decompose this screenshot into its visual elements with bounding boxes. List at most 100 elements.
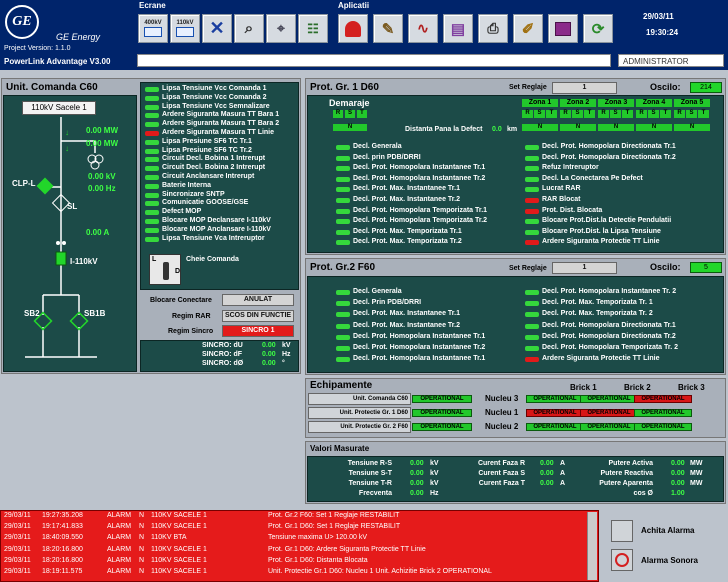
status-led	[336, 301, 350, 307]
events-app-button[interactable]: ✎	[373, 14, 403, 43]
d60-oscilo-value: 214	[690, 82, 722, 93]
ack-alarm-button[interactable]	[611, 520, 633, 542]
valori-title: Valori Masurate	[310, 444, 370, 453]
status-led	[145, 210, 159, 216]
nucleu-label: Nucleu 3	[485, 394, 519, 403]
topology-button[interactable]: ☷	[298, 14, 328, 43]
demaraje-r: R	[333, 110, 343, 118]
measure-label: Frecventa	[358, 490, 392, 497]
clipboard-icon: ▤	[450, 20, 466, 38]
log-date: 29/03/11	[4, 534, 31, 542]
measure-value: 0.00	[410, 460, 424, 467]
measure-value: 0.00	[540, 460, 554, 467]
measure-value: 1.00	[671, 490, 685, 497]
signal-label: Comunicatie GOOSE/GSE	[162, 199, 249, 207]
log-time: 19:27:35.208	[42, 512, 83, 519]
signal-label: Ardere Siguranta Masura TT Linie	[162, 129, 275, 136]
sincro-button[interactable]: SINCRO 1	[222, 325, 294, 337]
zone-label: Zona 1	[522, 99, 558, 107]
f60-set-value[interactable]: 1	[552, 262, 617, 274]
measure-value: 0.00	[410, 470, 424, 477]
status-led	[145, 175, 159, 180]
unit-label: Unit. Comanda C60	[308, 393, 411, 405]
signal-label: Decl. Prot. Homopolara Instantanee Tr.2	[353, 174, 486, 182]
book-app-button[interactable]	[548, 14, 578, 43]
screen-110kv-button[interactable]: 110kV	[170, 14, 200, 43]
trends-app-button[interactable]: ∿	[408, 14, 438, 43]
log-message: Prot. Gr.1 D60: Distanta Blocata	[268, 556, 368, 564]
sync-label: SINCRO: dU	[202, 342, 243, 349]
sound-alarm-button[interactable]	[611, 549, 633, 571]
tools-app-button[interactable]: ✐	[513, 14, 543, 43]
log-type: ALARM	[107, 545, 132, 553]
topology-icon: ☷	[307, 20, 319, 36]
satellite-icon: ⌖	[277, 20, 285, 36]
zone-phase: T	[622, 110, 633, 118]
log-date: 29/03/11	[4, 512, 31, 519]
refresh-app-button[interactable]: ⟳	[583, 14, 613, 43]
log-time: 18:20:16.800	[42, 545, 83, 553]
print-app-button[interactable]: ⎙	[478, 14, 508, 43]
f60-set-label: Set Reglaje	[509, 265, 547, 272]
signal-label: Decl. Prot. Max. Temporizata Tr.1	[353, 227, 462, 235]
log-date: 29/03/11	[4, 556, 31, 564]
brick-state: OPERATIONAL	[634, 409, 692, 417]
unit-label: Unit. Protectie Gr. 1 D60	[308, 407, 411, 419]
screen-400kv-button[interactable]: 400kV	[138, 14, 168, 43]
zone-label: Zona 4	[636, 99, 672, 107]
hz-readout: 0.00 Hz	[88, 184, 116, 193]
log-unit: 110KV SACELE 1	[151, 568, 207, 575]
status-led	[145, 113, 159, 119]
status-led	[525, 301, 539, 307]
printer-icon: ⎙	[487, 20, 499, 36]
sync-value: 0.00	[262, 342, 276, 349]
trend-icon: ∿	[417, 20, 429, 36]
project-version: Project Version: 1.1.0	[4, 45, 71, 52]
d60-set-value[interactable]: 1	[552, 82, 617, 94]
status-led	[525, 166, 539, 172]
cross-arrows-icon: ✕	[209, 18, 225, 38]
log-scrollbar[interactable]	[587, 512, 597, 580]
measure-value: 0.00	[410, 480, 424, 487]
signal-label: Baterie Interna	[162, 181, 212, 189]
reports-app-button[interactable]: ▤	[443, 14, 473, 43]
satellite-button[interactable]: ⌖	[266, 14, 296, 43]
brick-state: OPERATIONAL	[526, 409, 584, 417]
status-led	[336, 187, 350, 193]
refresh-icon: ⟳	[591, 20, 605, 38]
user-field[interactable]: ADMINISTRATOR	[618, 54, 724, 67]
measure-label: Putere Aparenta	[599, 480, 653, 487]
measure-value: 0.00	[671, 460, 685, 467]
measure-label: cos Ø	[633, 490, 653, 497]
brand-name: GE Energy	[56, 32, 101, 42]
measure-unit: Hz	[430, 490, 439, 497]
zone-phase: R	[674, 110, 685, 118]
signal-label: Decl. Prot. Homopolara Directionata Tr.1	[542, 143, 676, 150]
status-led	[525, 312, 539, 318]
rar-button[interactable]: SCOS DIN FUNCTIE	[222, 310, 294, 322]
status-led	[145, 139, 159, 145]
network-button[interactable]: ✕	[202, 14, 232, 43]
kv-readout: 0.00 kV	[88, 172, 116, 181]
signal-label: Circuit Decl. Bobina 2 Intrerupt	[162, 164, 266, 172]
d60-title: Prot. Gr. 1 D60	[310, 82, 379, 93]
status-led	[336, 198, 350, 203]
log-date: 29/03/11	[4, 568, 31, 575]
blocare-button[interactable]: ANULAT	[222, 294, 294, 306]
sync-label: SINCRO: dF	[202, 351, 243, 358]
zone-n: N	[674, 124, 710, 131]
alarm-app-button[interactable]	[338, 14, 368, 43]
signal-label: Decl. Prot. Homopolara Directionata Tr.2	[542, 153, 676, 161]
zoom-button[interactable]: ⌕	[234, 14, 264, 43]
signal-label: Ardere Siguranta Masura TT Bara 2	[162, 120, 280, 128]
log-time: 18:20:16.800	[42, 556, 83, 564]
brick-state: OPERATIONAL	[526, 395, 584, 403]
measure-label: Tensiune S-T	[348, 470, 392, 477]
status-led	[525, 290, 539, 295]
d60-distance-value: 0.0	[492, 126, 502, 133]
measure-unit: kV	[430, 460, 439, 467]
log-unit: 110KV SACELE 1	[151, 512, 207, 519]
signal-label: Circuit Anclansare Intrerupt	[162, 173, 255, 180]
key-label: Cheie Comanda	[186, 256, 239, 263]
magnifier-icon: ⌕	[244, 20, 254, 37]
